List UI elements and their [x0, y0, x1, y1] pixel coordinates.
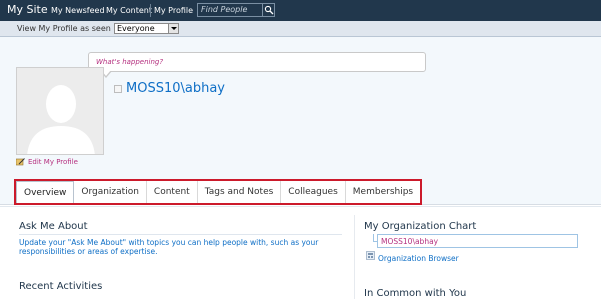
recent-activities-heading: Recent Activities: [19, 281, 103, 292]
tab-overview[interactable]: Overview: [16, 181, 75, 203]
ask-me-about-description[interactable]: Update your "Ask Me About" with topics y…: [19, 238, 349, 256]
nav-my-newsfeed[interactable]: My Newsfeed: [51, 6, 105, 15]
in-common-heading: In Common with You: [364, 288, 467, 299]
org-chart-node[interactable]: MOSS10\abhay: [377, 234, 578, 248]
tab-tags-and-notes[interactable]: Tags and Notes: [198, 181, 282, 203]
column-separator: [354, 215, 355, 299]
edit-profile-link[interactable]: Edit My Profile: [28, 158, 78, 166]
ask-me-about-heading: Ask Me About: [19, 221, 88, 232]
profile-username: MOSS10\abhay: [126, 81, 225, 96]
org-browser-link[interactable]: Organization Browser: [378, 254, 459, 263]
tab-colleagues[interactable]: Colleagues: [281, 181, 346, 203]
content-divider: [0, 206, 601, 207]
chevron-down-icon[interactable]: [168, 24, 178, 33]
status-prompt[interactable]: What's happening?: [96, 58, 163, 66]
ask-me-about-rule: [19, 234, 342, 235]
search-placeholder: Find People: [201, 5, 248, 14]
profile-photo-placeholder: [16, 67, 104, 155]
tab-organization[interactable]: Organization: [74, 181, 147, 203]
status-bubble[interactable]: What's happening?: [88, 52, 426, 72]
nav-my-content[interactable]: My Content: [106, 6, 152, 15]
presence-icon: [114, 85, 122, 93]
org-browser-icon[interactable]: [366, 251, 375, 260]
tab-content[interactable]: Content: [147, 181, 198, 203]
nav-divider: [150, 4, 151, 17]
top-nav-bar: My Site My Newsfeed My Content My Profil…: [0, 0, 601, 21]
tab-memberships[interactable]: Memberships: [346, 181, 420, 203]
search-icon[interactable]: [262, 4, 274, 16]
view-as-select[interactable]: Everyone: [114, 23, 179, 34]
edit-profile-icon[interactable]: [15, 158, 25, 166]
view-as-label: View My Profile as seen by:: [17, 24, 126, 33]
site-title[interactable]: My Site: [7, 3, 48, 16]
view-as-selected-value: Everyone: [117, 24, 155, 33]
org-chart-heading: My Organization Chart: [364, 221, 477, 232]
people-search-input[interactable]: Find People: [197, 3, 275, 17]
nav-my-profile[interactable]: My Profile: [154, 6, 193, 15]
profile-tabs: Overview Organization Content Tags and N…: [14, 179, 423, 205]
person-silhouette-icon: [17, 68, 103, 154]
org-chart-node-label[interactable]: MOSS10\abhay: [381, 237, 438, 246]
view-as-bar: View My Profile as seen by: Everyone: [0, 21, 601, 37]
